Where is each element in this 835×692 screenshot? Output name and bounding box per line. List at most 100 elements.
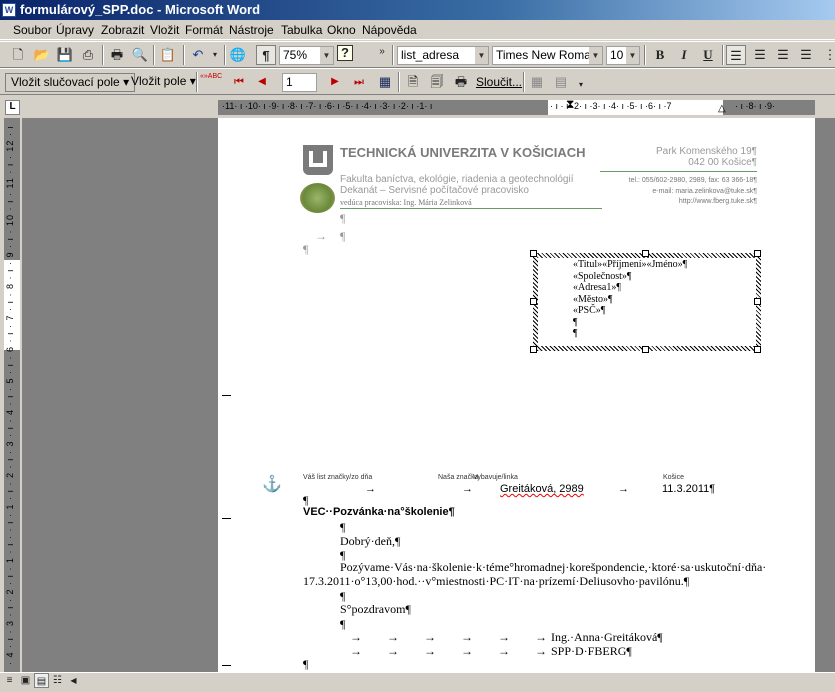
mail-merge-helper-icon[interactable]: ▦ [527,72,547,92]
tab-selector[interactable]: L [5,100,20,115]
menu-upravy[interactable]: Úpravy [56,23,94,37]
new-document-icon[interactable]: 🗋 [8,45,28,65]
chevron-down-icon: ▼ [589,47,602,64]
field-name: «Titul»«Příjmení»«Jméno»¶ [573,259,688,270]
resize-handle[interactable] [642,250,649,257]
numbering-icon[interactable]: ⋮ [820,45,835,65]
subject-line: VEC··Pozvánka·na°školenie¶ [303,506,455,518]
zoom-value: 75% [283,48,308,62]
font-size-combo[interactable]: 10 ▼ [606,46,640,65]
zoom-combo[interactable]: 75% ▼ [279,46,334,65]
right-indent-marker-icon[interactable]: △ [718,103,726,114]
resize-handle[interactable] [754,298,761,305]
open-icon[interactable]: 📂 [32,45,52,65]
indent-marker-icon[interactable]: ⧗ [566,97,574,112]
greeting: Dobrý·deň,¶ [340,534,401,548]
chevron-down-icon: ▼ [320,47,333,64]
insert-field-button[interactable]: Vložit pole ▾ [126,73,201,92]
print-preview-icon[interactable]: 🔍 [130,45,150,65]
toolbar-options-icon[interactable]: ▾ [571,75,591,95]
anchor-icon[interactable]: ⚓ [262,474,282,494]
merge-to-printer-icon[interactable]: 🖶 [451,72,471,92]
mail-merge-toolbar: Vložit slučovací pole ▾ Vložit pole ▾ «»… [0,68,835,95]
margin-marker [222,395,231,396]
undo-dropdown-icon[interactable]: ▾ [205,45,225,65]
field-zip: «PSČ»¶ [573,305,606,316]
tab-arrows: → → → → → → [350,630,547,644]
paragraph-mark: ¶ [340,229,346,243]
align-left-icon[interactable]: ☰ [726,45,746,65]
insert-field-label: Vložit pole [131,74,187,88]
menu-vlozit[interactable]: Vložit [150,23,179,37]
italic-button[interactable]: I [674,45,694,65]
font-size-value: 10 [610,48,624,62]
menu-zobrazit[interactable]: Zobrazit [101,23,144,37]
save-icon[interactable]: 💾 [55,45,75,65]
font-combo[interactable]: Times New Roman ▼ [492,46,603,65]
address-fields: «Titul»«Příjmení»«Jméno»¶ «Společnost»¶ … [573,259,687,340]
paragraph-mark: ¶ [303,657,309,671]
hyperlink-icon[interactable]: 🌐 [228,45,248,65]
print-icon[interactable]: 🖶 [107,45,127,65]
merge-button[interactable]: Sloučit... [476,75,522,89]
resize-handle[interactable] [642,346,649,353]
previous-record-icon[interactable]: ◀ [252,72,272,92]
signature-name: Ing.·Anna·Greitáková¶ [551,630,663,644]
university-name: TECHNICKÁ UNIVERZITA V KOŠICIACH [340,145,586,160]
tab-arrow-icon: → [462,483,473,495]
resize-handle[interactable] [530,346,537,353]
insert-merge-field-button[interactable]: Vložit slučovací pole ▾ [5,73,136,92]
address-street: Park Komenského 19¶ [656,146,757,157]
word-icon[interactable]: W [2,3,16,17]
view-merged-data-icon[interactable]: «»ABC [200,72,222,92]
align-right-icon[interactable]: ☰ [773,45,793,65]
resize-handle[interactable] [530,298,537,305]
print-layout-icon[interactable]: ▤ [34,673,49,688]
web-layout-icon[interactable]: ▣ [18,673,33,688]
ref-your-letter: Váš list značky/zo dňa [303,474,373,481]
menu-napoveda[interactable]: Nápověda [362,23,417,37]
horizontal-scrollbar[interactable]: ≡ ▣ ▤ ☷ ◀ [0,672,835,689]
menu-okno[interactable]: Okno [327,23,356,37]
address-text-box[interactable]: «Titul»«Příjmení»«Jméno»¶ «Společnost»¶ … [533,253,761,351]
style-combo[interactable]: list_adresa ▼ [397,46,489,65]
paste-icon[interactable]: 📋 [158,45,178,65]
last-record-icon[interactable]: ⏭ [349,72,369,92]
bold-button[interactable]: B [650,45,670,65]
tab-arrows: → → → → → → [350,644,547,658]
ruler-ticks-far: · ı ·8· ı ·9· [735,101,775,111]
underline-button[interactable]: U [698,45,718,65]
align-center-icon[interactable]: ☰ [750,45,770,65]
next-record-icon[interactable]: ▶ [325,72,345,92]
justify-icon[interactable]: ☰ [796,45,816,65]
menu-format[interactable]: Formát [185,23,223,37]
tab-arrow-icon: → [315,229,327,243]
check-errors-icon[interactable]: 🗎 [403,72,423,92]
find-entry-icon[interactable]: ▦ [375,72,395,92]
permission-icon[interactable]: ⎙ [78,45,98,65]
paragraph-mark: ¶ [340,520,346,534]
first-record-icon[interactable]: ⏮ [229,72,249,92]
resize-handle[interactable] [754,250,761,257]
field-address: «Adresa1»¶ [573,282,621,293]
insert-merge-field-label: Vložit slučovací pole [11,75,120,89]
menu-tabulka[interactable]: Tabulka [281,23,322,37]
normal-view-icon[interactable]: ≡ [2,673,17,688]
help-button[interactable]: ? [337,45,353,61]
menu-nastroje[interactable]: Nástroje [229,23,274,37]
scroll-left-icon[interactable]: ◀ [66,673,81,688]
font-value: Times New Roman [496,48,598,62]
resize-handle[interactable] [754,346,761,353]
show-formatting-button[interactable]: ¶ [256,45,276,65]
toolbar-options-icon[interactable]: » [372,42,392,62]
vertical-ruler-ticks: · 4 · ı · 3 · ı · 2 · ı · 1 · ı · · ı · … [5,125,15,665]
record-number-input[interactable]: 1 [282,73,317,92]
edit-data-source-icon[interactable]: ▤ [551,72,571,92]
resize-handle[interactable] [530,250,537,257]
menu-soubor[interactable]: Soubor [13,23,52,37]
merge-to-document-icon[interactable]: 🗐 [427,72,447,92]
address-city: 042 00 Košice¶ [688,157,757,168]
ruler-ticks-left: ·11· ı ·10· ı ·9· ı ·8· ı ·7· ı ·6· ı ·5… [222,101,433,111]
paragraph-mark: ¶ [340,617,346,631]
outline-view-icon[interactable]: ☷ [50,673,65,688]
